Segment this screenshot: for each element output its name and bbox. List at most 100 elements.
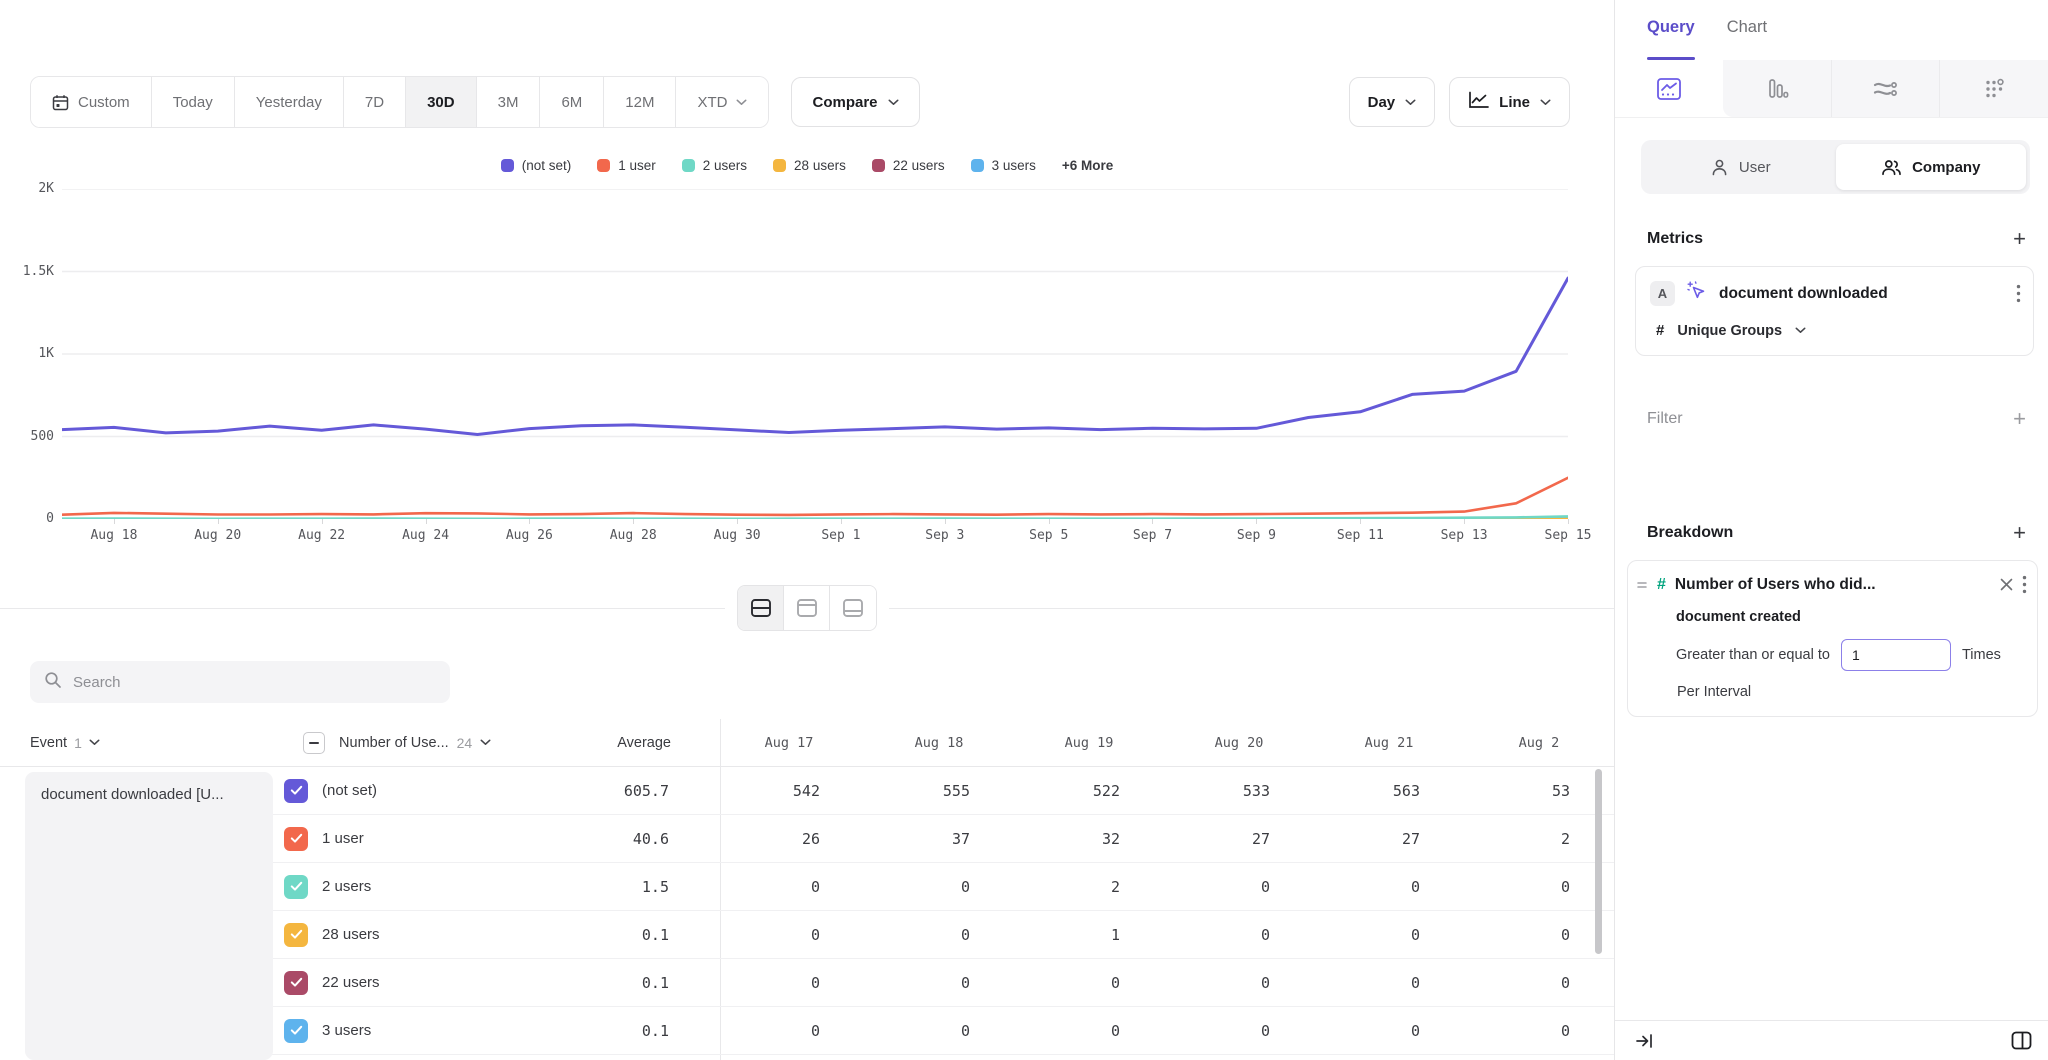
series-label: (not set) (322, 782, 377, 799)
x-axis-tick (945, 519, 946, 524)
y-axis-label: 2K (4, 181, 54, 196)
range-button-today[interactable]: Today (152, 77, 235, 127)
metric-card[interactable]: A document downloaded # Unique Groups (1635, 266, 2034, 356)
series-checkbox[interactable] (284, 923, 308, 947)
close-icon[interactable] (2000, 578, 2013, 591)
date-column-header[interactable]: Aug 20 (1164, 735, 1314, 751)
event-header[interactable]: Event 1 (0, 735, 288, 751)
per-interval-label[interactable]: Per Interval (1677, 684, 2027, 700)
range-button-12m[interactable]: 12M (604, 77, 676, 127)
chart-icon-tab-grid-dots[interactable] (1939, 60, 2048, 117)
table-cell: 0 (1314, 878, 1464, 896)
table-cell: 0 (1464, 926, 1614, 944)
legend-item-2[interactable]: 2 users (682, 158, 747, 173)
table-cell: 0 (1314, 1022, 1464, 1040)
panel-tab-query[interactable]: Query (1647, 18, 1695, 60)
legend-swatch (872, 159, 885, 172)
drag-handle-icon[interactable] (1636, 579, 1648, 591)
times-value-input[interactable] (1841, 639, 1951, 671)
range-button-30d[interactable]: 30D (406, 77, 477, 127)
compare-label: Compare (812, 94, 877, 111)
compare-button[interactable]: Compare (791, 77, 919, 127)
add-breakdown-button[interactable]: + (2013, 522, 2026, 544)
add-filter-button[interactable]: + (2013, 408, 2026, 430)
add-metric-button[interactable]: + (2013, 228, 2026, 250)
layout-toggle-split-view[interactable] (738, 586, 784, 630)
autocapture-spark-icon (1687, 281, 1707, 306)
x-axis-tick (1360, 519, 1361, 524)
condition-label[interactable]: Greater than or equal to (1676, 647, 1830, 663)
range-button-yesterday[interactable]: Yesterday (235, 77, 344, 127)
legend-item-4[interactable]: 22 users (872, 158, 945, 173)
panel-tab-chart[interactable]: Chart (1727, 18, 1767, 60)
x-axis-tick (737, 519, 738, 524)
range-label: XTD (697, 94, 727, 111)
legend-item-3[interactable]: 28 users (773, 158, 846, 173)
legend-label: 22 users (893, 158, 945, 173)
chart-type-button[interactable]: Line (1449, 77, 1570, 127)
measure-dropdown[interactable]: # Unique Groups (1656, 322, 2021, 339)
chart-icon-tab-bar-chart[interactable] (1723, 60, 1831, 117)
collapse-panel-icon[interactable] (1635, 1032, 1654, 1050)
range-label: Custom (78, 94, 130, 111)
scope-option-user[interactable]: User (1645, 144, 1836, 190)
granularity-button[interactable]: Day (1349, 77, 1436, 127)
scope-option-company[interactable]: Company (1836, 144, 2027, 190)
breakdown-card[interactable]: # Number of Users who did... document cr… (1627, 560, 2038, 717)
date-column-header[interactable]: Aug 21 (1314, 735, 1464, 751)
average-header[interactable]: Average (532, 735, 671, 751)
series-checkbox[interactable] (284, 971, 308, 995)
table-cell: 32 (1014, 830, 1164, 848)
chart-icon-tab-flow-chart[interactable] (1831, 60, 1940, 117)
breakdown-title: Number of Users who did... (1675, 576, 1991, 594)
kebab-menu-icon[interactable] (2022, 575, 2027, 594)
x-axis-tick (114, 519, 115, 524)
average-cell: 605.7 (524, 782, 669, 800)
date-column-header[interactable]: Aug 18 (864, 735, 1014, 751)
range-button-7d[interactable]: 7D (344, 77, 406, 127)
range-button-xtd[interactable]: XTD (676, 77, 768, 127)
average-cell: 0.1 (524, 1022, 669, 1040)
chart-icon-tab-line-chart[interactable] (1615, 60, 1723, 117)
group-header-dropdown[interactable]: Number of Use... 24 (339, 735, 491, 751)
chart-type-label: Line (1499, 94, 1530, 111)
query-side-panel: QueryChart UserCompany Metrics + A docum… (1614, 0, 2048, 1060)
kebab-menu-icon[interactable] (2016, 284, 2021, 303)
range-button-custom[interactable]: Custom (31, 77, 152, 127)
select-all-checkbox[interactable] (303, 732, 325, 754)
layout-toggle-chart-only[interactable] (784, 586, 830, 630)
table-cell: 2 (1464, 830, 1614, 848)
breakdown-event-name[interactable]: document created (1676, 609, 2027, 625)
range-label: Yesterday (256, 94, 322, 111)
series-checkbox[interactable] (284, 875, 308, 899)
calendar-icon (52, 94, 69, 111)
chart-plot-area[interactable]: 05001K1.5K2K (62, 189, 1568, 519)
table-header-row: Event 1 Number of Use... 24 Average Aug … (0, 719, 1614, 767)
event-name-cell[interactable]: document downloaded [U... (25, 772, 273, 1060)
search-input[interactable] (73, 674, 436, 691)
table-cell: 0 (1164, 878, 1314, 896)
date-column-header[interactable]: Aug 17 (714, 735, 864, 751)
table-cell: 0 (1014, 974, 1164, 992)
series-checkbox[interactable] (284, 1019, 308, 1043)
date-column-header[interactable]: Aug 19 (1014, 735, 1164, 751)
layout-toggle-table-only[interactable] (830, 586, 876, 630)
date-column-header[interactable]: Aug 2 (1464, 735, 1614, 751)
series-checkbox[interactable] (284, 779, 308, 803)
legend-label: 1 user (618, 158, 656, 173)
search-box[interactable] (30, 661, 450, 703)
legend-item-5[interactable]: 3 users (971, 158, 1036, 173)
legend-more-button[interactable]: +6 More (1062, 158, 1113, 173)
range-button-6m[interactable]: 6M (540, 77, 604, 127)
y-axis-label: 0 (4, 511, 54, 526)
table-cell: 533 (1164, 782, 1314, 800)
table-scrollbar[interactable] (1595, 769, 1602, 954)
table-cell: 0 (1464, 878, 1614, 896)
series-checkbox[interactable] (284, 827, 308, 851)
legend-item-1[interactable]: 1 user (597, 158, 656, 173)
side-panel-toggle-icon[interactable] (2011, 1031, 2032, 1050)
range-button-3m[interactable]: 3M (477, 77, 541, 127)
table-cell: 0 (1464, 974, 1614, 992)
legend-item-0[interactable]: (not set) (501, 158, 572, 173)
series-line (62, 278, 1568, 434)
